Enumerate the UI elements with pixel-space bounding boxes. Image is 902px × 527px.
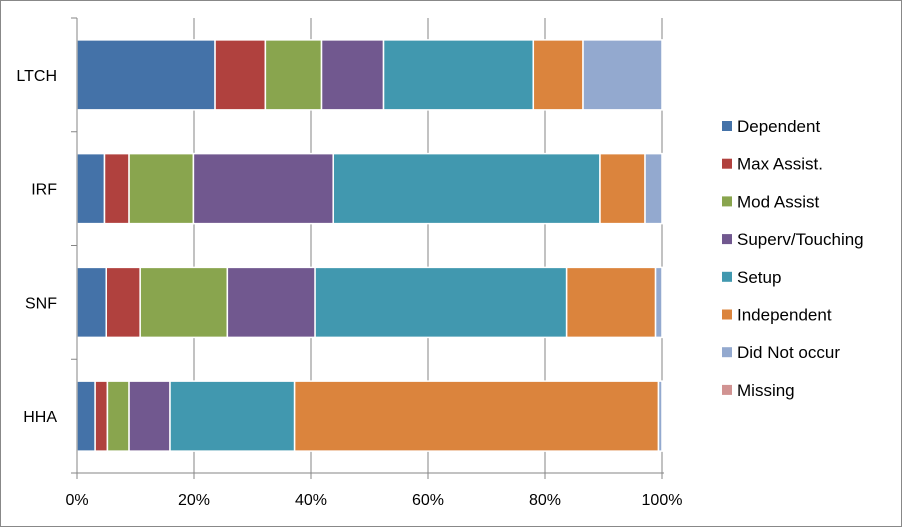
- bar-segment-did-not-occur-hha: [657, 380, 663, 452]
- legend-item: Superv/Touching: [722, 230, 864, 249]
- legend-item: Did Not occur: [722, 343, 840, 362]
- x-tick-label: 80%: [529, 492, 561, 509]
- legend-item: Dependent: [722, 117, 820, 136]
- legend-item: Max Assist.: [722, 155, 823, 174]
- legend: Dependent Max Assist. Mod Assist Superv/Tou…: [722, 117, 864, 400]
- bar-segment-dependent-hha: [76, 380, 96, 452]
- category-label: LTCH: [16, 68, 57, 85]
- category-label: HHA: [23, 409, 57, 426]
- bar-segment-mod-assist-hha: [106, 380, 130, 452]
- bar-segment-setup-ltch: [382, 39, 535, 111]
- bar-segment-independent-snf: [565, 266, 657, 339]
- bar-segment-independent-ltch: [532, 39, 584, 111]
- legend-swatch: [722, 309, 732, 320]
- x-tick-label: 40%: [295, 492, 327, 509]
- bar-segment-superv-touching-snf: [226, 266, 316, 339]
- legend-label: Mod Assist: [737, 192, 819, 211]
- bar-segment-did-not-occur-irf: [644, 152, 663, 225]
- bar-segment-setup-snf: [314, 266, 568, 339]
- bar-segment-max-assist-irf: [103, 152, 130, 225]
- bar-segment-mod-assist-snf: [139, 266, 229, 339]
- bar-segment-max-assist-snf: [105, 266, 141, 339]
- bar-segment-setup-hha: [169, 380, 296, 452]
- legend-label: Independent: [737, 306, 832, 325]
- bar-segment-mod-assist-irf: [128, 152, 195, 225]
- bar-segment-max-assist-hha: [94, 380, 109, 452]
- bar-segment-dependent-irf: [76, 152, 106, 225]
- bar-segment-max-assist-ltch: [214, 39, 267, 111]
- bar-segment-independent-irf: [599, 152, 646, 225]
- category-labels: LTCH IRF SNF HHA: [16, 68, 57, 426]
- bar-segment-superv-touching-ltch: [320, 39, 385, 111]
- bars: [76, 39, 663, 452]
- legend-item: Missing: [722, 381, 795, 400]
- bar-segment-mod-assist-ltch: [264, 39, 323, 111]
- bar-segment-independent-hha: [293, 380, 660, 452]
- x-tick-label: 0%: [65, 492, 88, 509]
- legend-label: Missing: [737, 381, 795, 400]
- bar-segment-superv-touching-hha: [128, 380, 171, 452]
- bar-segment-did-not-occur-ltch: [582, 39, 663, 111]
- legend-label: Max Assist.: [737, 155, 823, 174]
- bar-segment-superv-touching-irf: [192, 152, 334, 225]
- x-tick-label: 20%: [178, 492, 210, 509]
- stacked-bar-chart: LTCH IRF SNF HHA 0% 20% 40% 60% 80% 100% Depende…: [16, 17, 864, 509]
- legend-swatch: [722, 158, 732, 169]
- bar-segment-setup-irf: [332, 152, 601, 225]
- legend-label: Superv/Touching: [737, 230, 864, 249]
- legend-swatch: [722, 271, 732, 282]
- legend-item: Setup: [722, 268, 781, 287]
- legend-label: Dependent: [737, 117, 820, 136]
- legend-label: Did Not occur: [737, 343, 840, 362]
- legend-swatch: [722, 347, 732, 358]
- x-tick-label: 100%: [642, 492, 683, 509]
- bar-segment-did-not-occur-snf: [654, 266, 663, 339]
- legend-swatch: [722, 234, 732, 245]
- legend-item: Independent: [722, 306, 832, 325]
- bar-segment-dependent-ltch: [76, 39, 216, 111]
- legend-swatch: [722, 384, 732, 395]
- category-label: SNF: [25, 295, 57, 312]
- legend-label: Setup: [737, 268, 781, 287]
- legend-swatch: [722, 196, 732, 207]
- legend-item: Mod Assist: [722, 192, 819, 211]
- x-tick-label: 60%: [412, 492, 444, 509]
- bar-segment-dependent-snf: [76, 266, 107, 339]
- category-label: IRF: [31, 182, 57, 199]
- tick-labels: 0% 20% 40% 60% 80% 100%: [65, 492, 682, 509]
- legend-swatch: [722, 121, 732, 131]
